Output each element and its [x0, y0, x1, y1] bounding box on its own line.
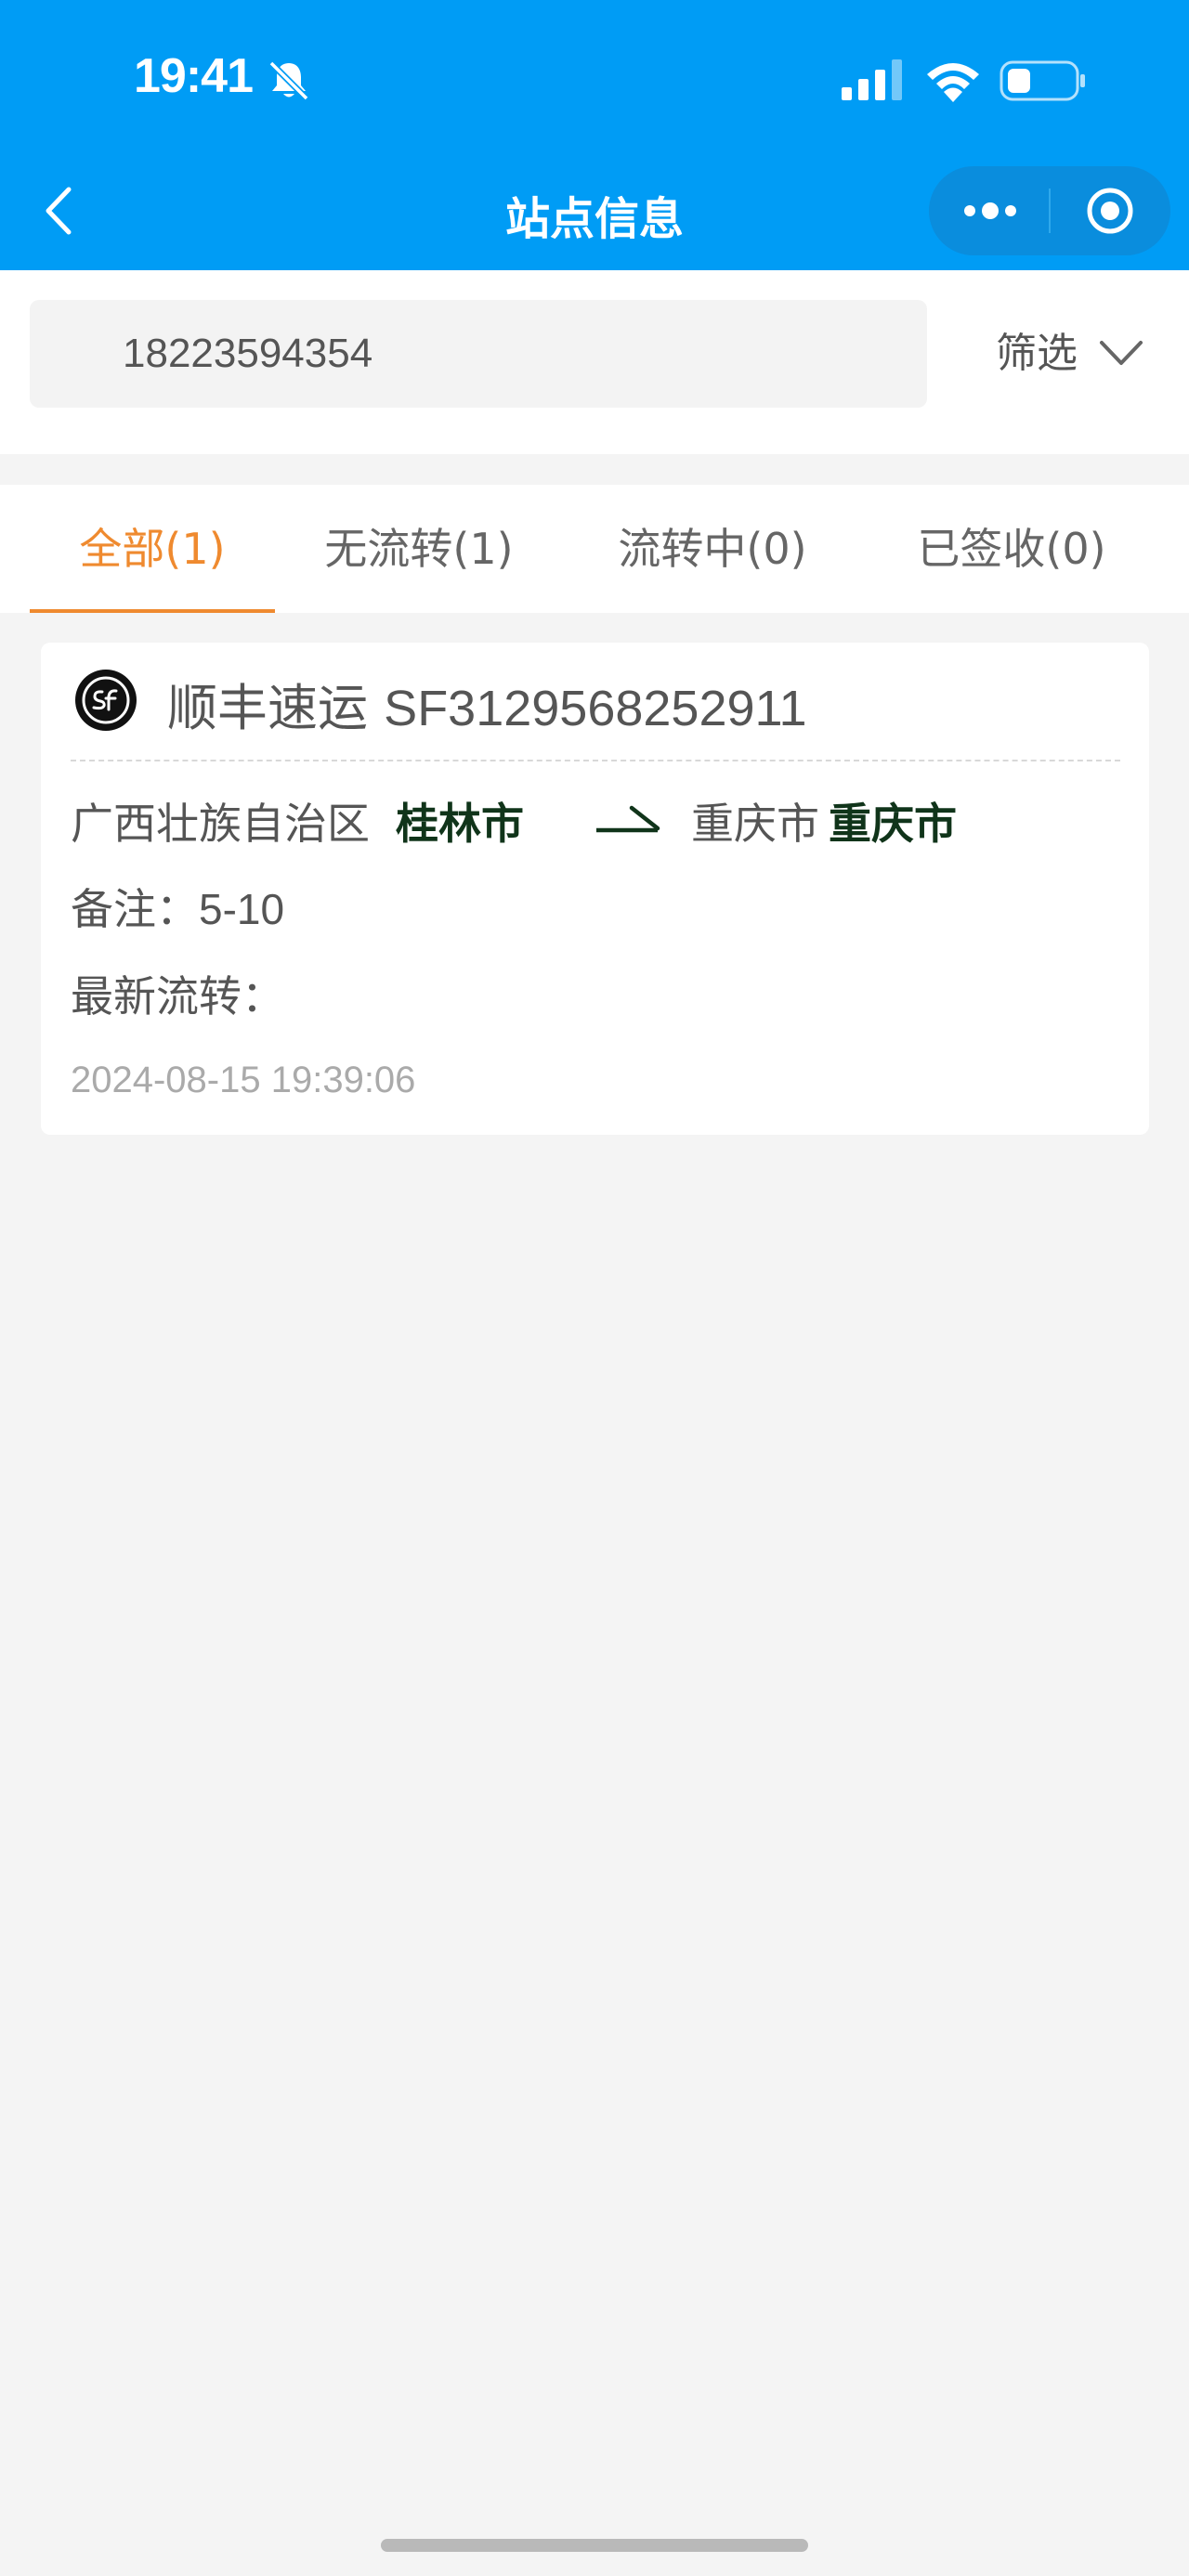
tab-signed[interactable]: 已签收(0)	[877, 485, 1146, 613]
note-value: 5-10	[199, 885, 285, 933]
destination-province: 重庆市	[691, 799, 819, 849]
more-dots-icon	[964, 202, 1016, 219]
battery-icon	[1000, 60, 1085, 101]
signal-icon	[842, 59, 902, 100]
close-miniprogram-button[interactable]	[1050, 166, 1170, 255]
bell-slash-icon	[268, 60, 309, 101]
status-time: 19:41	[134, 49, 254, 103]
tracking-number: SF3129568252911	[384, 681, 807, 736]
sf-express-logo-icon	[75, 670, 137, 731]
note-label: 备注：	[71, 884, 199, 934]
status-tabs: 全部(1) 无流转(1) 流转中(0) 已签收(0)	[0, 485, 1189, 613]
filter-button[interactable]: 筛选	[996, 326, 1154, 382]
status-bar: 19:41	[0, 0, 1189, 158]
destination-city: 重庆市	[829, 799, 957, 849]
latest-transfer-label: 最新流转：	[71, 971, 284, 1021]
tab-in-transit[interactable]: 流转中(0)	[585, 485, 840, 613]
courier-header: 顺丰速运 SF3129568252911	[167, 667, 807, 740]
origin-city: 桂林市	[396, 799, 524, 849]
more-button[interactable]	[929, 166, 1050, 255]
search-section: 筛选	[0, 270, 1189, 454]
app-header: 19:41 站点信息	[0, 0, 1189, 270]
navigation-bar: 站点信息	[0, 158, 1189, 270]
dashed-divider	[71, 760, 1120, 761]
chevron-down-icon	[1100, 341, 1143, 365]
route-arrow-icon	[596, 805, 660, 833]
courier-name: 顺丰速运	[167, 679, 368, 737]
shipment-card[interactable]: 顺丰速运 SF3129568252911 广西壮族自治区 桂林市 重庆市 重庆市…	[41, 643, 1149, 1135]
tab-no-transfer[interactable]: 无流转(1)	[297, 485, 541, 613]
note-row: 备注：5-10	[71, 877, 284, 942]
phone-search-input[interactable]	[30, 300, 927, 408]
wifi-icon	[927, 63, 979, 102]
tab-all[interactable]: 全部(1)	[30, 485, 275, 613]
route-row: 广西壮族自治区 桂林市 重庆市 重庆市	[71, 791, 1130, 856]
home-indicator[interactable]	[381, 2539, 808, 2552]
filter-label: 筛选	[996, 330, 1078, 377]
mini-program-capsule	[929, 166, 1170, 255]
active-tab-underline	[30, 609, 275, 613]
origin-province: 广西壮族自治区	[71, 799, 370, 849]
update-timestamp: 2024-08-15 19:39:06	[71, 1060, 416, 1100]
target-close-icon	[1087, 188, 1133, 234]
